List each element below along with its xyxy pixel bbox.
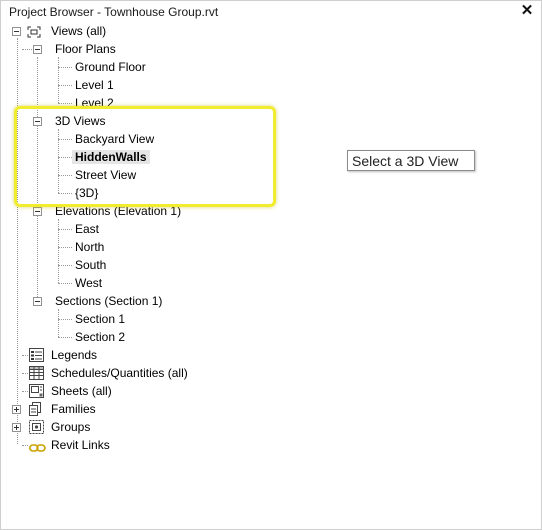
tree-label: Views (all) [51, 24, 107, 38]
tree-line [58, 319, 72, 320]
tree-item-section-2[interactable]: Section 2 [75, 328, 125, 346]
tree-label: Sections (Section 1) [55, 294, 163, 308]
tree-line [58, 85, 72, 86]
tree-item-east[interactable]: East [75, 220, 99, 238]
collapse-icon[interactable] [33, 297, 42, 306]
views-icon [27, 25, 41, 38]
project-browser-panel: Project Browser - Townhouse Group.rvt ✕ … [0, 0, 542, 530]
schedules-icon [29, 366, 44, 380]
legends-icon [29, 348, 44, 362]
tree-node-revit-links[interactable]: Revit Links [1, 436, 301, 454]
tree-line [58, 283, 72, 284]
window-title: Project Browser - Townhouse Group.rvt [9, 5, 219, 19]
groups-icon [29, 420, 44, 434]
tree-label: Floor Plans [55, 42, 116, 56]
tree-item-ground-floor[interactable]: Ground Floor [75, 58, 146, 76]
tree-label: Sheets (all) [51, 384, 112, 398]
tree-item-section-1[interactable]: Section 1 [75, 310, 125, 328]
sheets-icon [29, 384, 44, 398]
tree-label: Revit Links [51, 438, 110, 452]
tree-item-west[interactable]: West [75, 274, 102, 292]
tree-label: Legends [51, 348, 98, 362]
collapse-icon[interactable] [12, 27, 21, 36]
tree-label: North [75, 240, 105, 254]
tree-label: West [75, 276, 103, 290]
tree-node-legends[interactable]: Legends [1, 346, 301, 364]
tree-line [58, 337, 72, 338]
tree-node-floor-plans[interactable]: Floor Plans [1, 40, 301, 58]
callout-tooltip: Select a 3D View [347, 150, 475, 171]
tree-node-views[interactable]: Views (all) [1, 22, 301, 40]
tree-line [58, 103, 72, 104]
tree-label: Groups [51, 420, 91, 434]
tree-label: Section 2 [75, 330, 126, 344]
tree-line [58, 265, 72, 266]
tree-node-schedules[interactable]: Schedules/Quantities (all) [1, 364, 301, 382]
tree-line [58, 247, 72, 248]
tree-line [58, 229, 72, 230]
tree-label: Section 1 [75, 312, 126, 326]
expand-icon[interactable] [12, 405, 21, 414]
tree-node-sections[interactable]: Sections (Section 1) [1, 292, 301, 310]
tree-label: Ground Floor [75, 60, 146, 74]
tree-line [58, 57, 59, 103]
highlight-box-3d-views [14, 106, 276, 207]
tree-node-families[interactable]: Families [1, 400, 301, 418]
collapse-icon[interactable] [33, 45, 42, 54]
expand-icon[interactable] [12, 423, 21, 432]
tree-label: Schedules/Quantities (all) [51, 366, 188, 380]
title-bar: Project Browser - Townhouse Group.rvt ✕ [1, 1, 541, 23]
tree-item-north[interactable]: North [75, 238, 104, 256]
tree-label: East [75, 222, 100, 236]
tree-label: Families [51, 402, 96, 416]
tree-item-south[interactable]: South [75, 256, 106, 274]
tree-label: Level 1 [75, 78, 114, 92]
tree-line [58, 309, 59, 337]
close-icon[interactable]: ✕ [519, 2, 535, 20]
tree-node-sheets[interactable]: Sheets (all) [1, 382, 301, 400]
collapse-icon[interactable] [33, 207, 42, 216]
tree-line [58, 67, 72, 68]
tree-node-groups[interactable]: Groups [1, 418, 301, 436]
tree-item-level-1[interactable]: Level 1 [75, 76, 114, 94]
link-icon [29, 440, 46, 452]
tree-label: South [75, 258, 107, 272]
families-icon [29, 402, 44, 416]
